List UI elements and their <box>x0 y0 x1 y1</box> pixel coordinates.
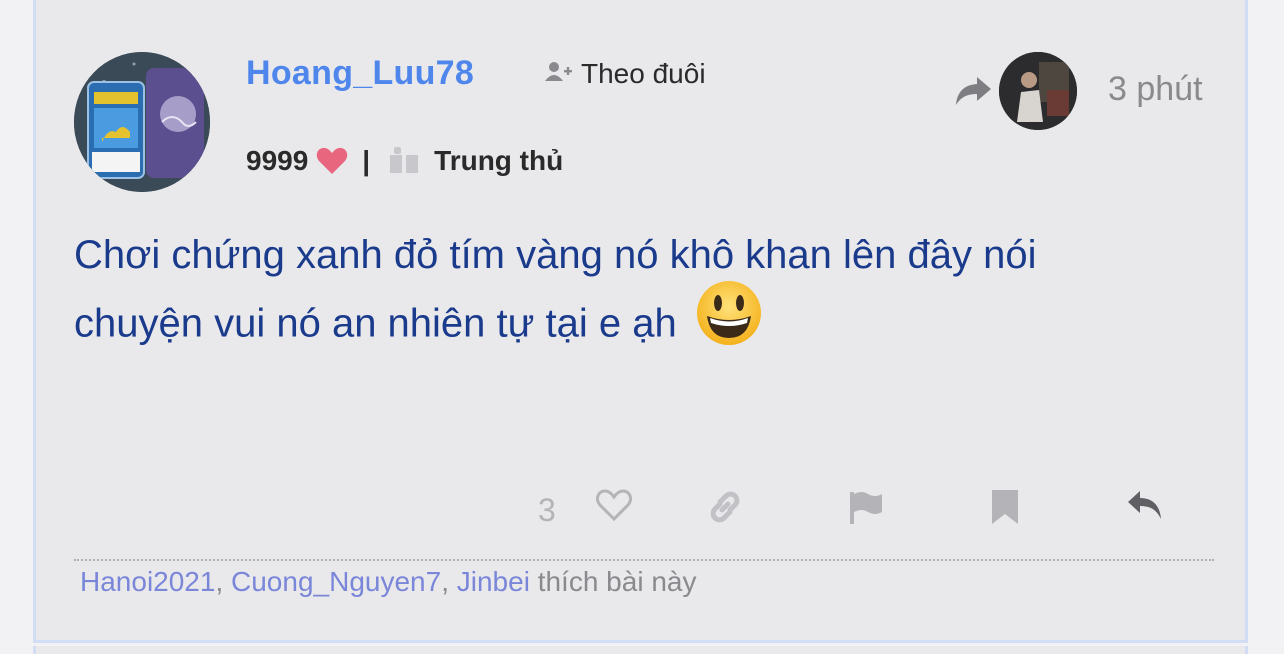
username-link[interactable]: Hoang_Luu78 <box>246 54 474 93</box>
post-actions: 3 <box>0 488 1284 538</box>
bookmark-button[interactable] <box>990 488 1020 531</box>
sharer-avatar[interactable] <box>999 52 1077 130</box>
share-arrow-icon <box>953 75 993 107</box>
next-post-edge <box>33 646 1248 654</box>
liker-comma: , <box>441 566 457 597</box>
flag-button[interactable] <box>847 488 885 531</box>
user-rank: Trung thủ <box>434 145 564 176</box>
liker-link[interactable]: Cuong_Nguyen7 <box>231 566 441 597</box>
shared-by[interactable] <box>953 52 1077 130</box>
liker-comma: , <box>215 566 232 597</box>
reply-button[interactable] <box>1126 488 1164 527</box>
post-time: 3 phút <box>1108 70 1203 108</box>
user-score: 9999 <box>246 145 309 176</box>
like-button[interactable] <box>595 488 633 527</box>
heart-icon <box>316 147 348 175</box>
heart-outline-icon <box>595 489 633 526</box>
bookmark-icon <box>990 490 1020 530</box>
add-user-icon <box>545 58 573 90</box>
likers-line: Hanoi2021, Cuong_Nguyen7, Jinbei thích b… <box>80 566 696 598</box>
liker-link[interactable]: Jinbei <box>457 566 530 597</box>
post-divider <box>74 559 1214 561</box>
like-count: 3 <box>538 492 556 528</box>
post-content: Chơi chứng xanh đỏ tím vàng nó khô khan … <box>74 224 1194 366</box>
user-avatar[interactable] <box>74 52 210 192</box>
content-line-1: Chơi chứng xanh đỏ tím vàng nó khô khan … <box>74 233 1037 277</box>
smiley-emoji-icon <box>694 278 764 366</box>
likers-suffix: thích bài này <box>537 566 697 597</box>
link-button[interactable] <box>706 488 744 531</box>
link-icon <box>706 491 744 530</box>
flag-icon <box>847 492 885 530</box>
follow-label: Theo đuôi <box>581 58 706 89</box>
stats-separator: | <box>362 145 371 176</box>
user-stats: 9999 | Trung thủ <box>246 145 563 177</box>
liker-link[interactable]: Hanoi2021 <box>80 566 215 597</box>
follow-button[interactable]: Theo đuôi <box>545 58 706 90</box>
content-line-2: chuyện vui nó an nhiên tự tại e ạh <box>74 301 677 346</box>
book-icon <box>388 147 420 175</box>
reply-icon <box>1126 491 1164 526</box>
